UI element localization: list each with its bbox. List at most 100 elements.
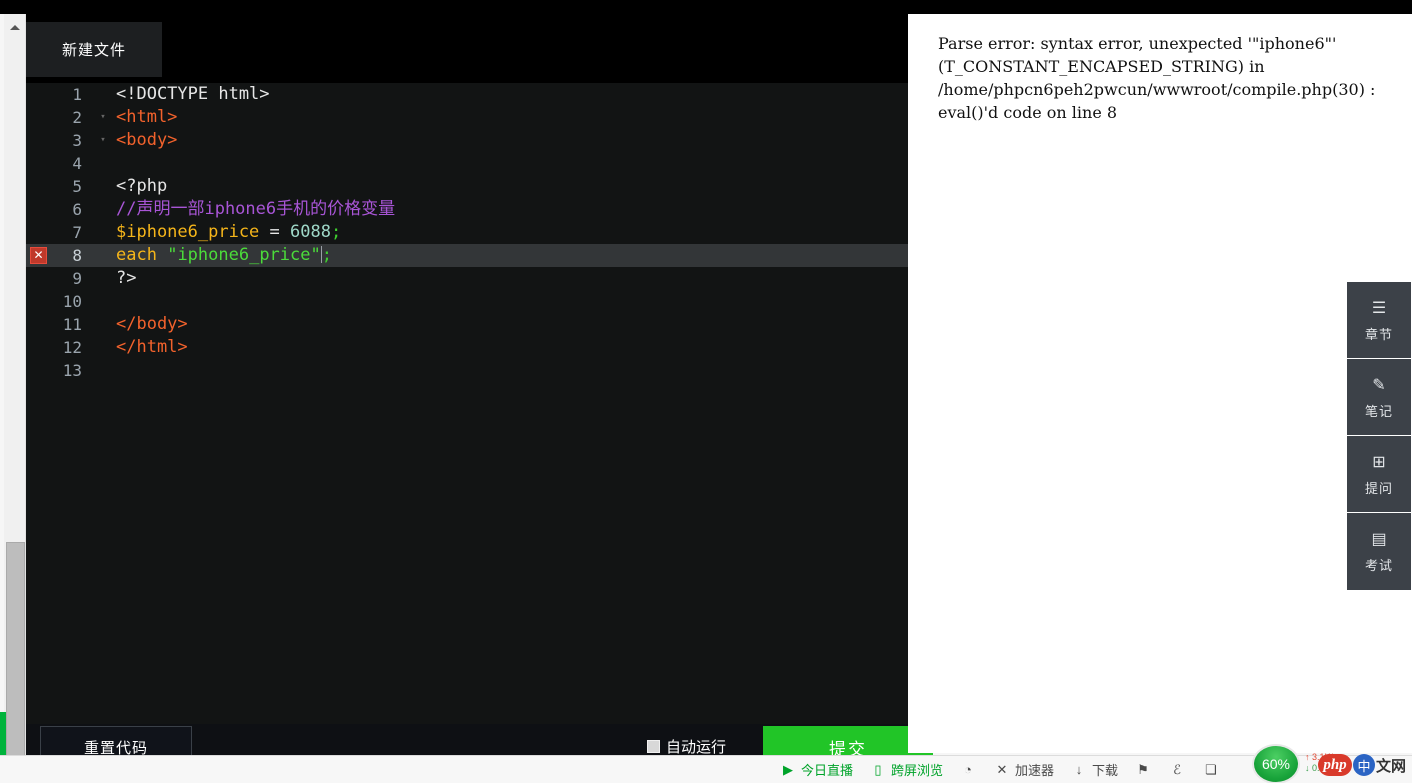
page-scrollbar[interactable] xyxy=(4,14,26,769)
browser-status-bar: ▶ 今日直播 ▯ 跨屏浏览 ◔ ✕ 加速器 ↓ 下载 ⚑ ℰ ❏ xyxy=(0,755,1412,783)
scroll-up-arrow-icon[interactable] xyxy=(4,20,26,34)
rail-button-label: 提问 xyxy=(1364,480,1393,496)
line-number: 9 xyxy=(72,269,82,288)
statusbar-item-flag[interactable]: ⚑ xyxy=(1134,761,1152,779)
code-line[interactable]: 10 xyxy=(26,290,908,313)
rail-button-question[interactable]: ⊞ 提问 xyxy=(1347,436,1411,513)
error-marker-icon[interactable]: ✕ xyxy=(30,247,47,264)
rail-button-label: 考试 xyxy=(1364,558,1393,573)
speedometer-icon: ◔ xyxy=(964,762,972,777)
code-line[interactable]: 5 <?php xyxy=(26,175,908,198)
line-number: 11 xyxy=(62,315,82,334)
edge-browser-icon: ℰ xyxy=(1173,761,1181,777)
statusbar-item-label: 今日直播 xyxy=(800,763,853,778)
token-tag: </html> xyxy=(116,337,188,357)
token-plain: ?> xyxy=(116,268,137,288)
code-text: <body> xyxy=(90,129,908,152)
token-punc: ; xyxy=(321,245,332,265)
play-circle-icon: ▶ xyxy=(782,761,793,777)
rail-button-label: 章节 xyxy=(1364,326,1393,342)
watermark-php-logo: php xyxy=(1318,754,1352,776)
statusbar-item-rocket[interactable]: ✕ 加速器 xyxy=(993,760,1054,779)
token-var: $iphone6_price xyxy=(116,222,260,242)
autorun-toggle[interactable]: 自动运行 xyxy=(646,736,726,757)
code-text: <?php xyxy=(90,175,908,198)
code-text: each "iphone6_price"; xyxy=(90,244,908,267)
book-icon: ▤ xyxy=(1371,531,1387,548)
token-num: 6088 xyxy=(290,222,331,242)
code-line[interactable]: ✕ 8 each "iphone6_price"; xyxy=(26,244,908,267)
statusbar-item-label: 跨屏浏览 xyxy=(890,763,943,778)
token-str: "iphone6_price" xyxy=(167,245,321,265)
flag-icon: ⚑ xyxy=(1137,761,1149,777)
code-line[interactable]: 3 ▾ <body> xyxy=(26,129,908,152)
code-line[interactable]: 6 //声明一部iphone6手机的价格变量 xyxy=(26,198,908,221)
tab-new-file[interactable]: 新建文件 xyxy=(26,22,162,77)
line-number: 12 xyxy=(62,338,82,357)
statusbar-item-label: 加速器 xyxy=(1014,763,1054,778)
code-editor[interactable]: 1 <!DOCTYPE html> 2 ▾ <html> 3 ▾ <body> 4 5 <?php 6… xyxy=(26,83,908,724)
code-text: <html> xyxy=(90,106,908,129)
code-text: ?> xyxy=(90,267,908,290)
token-tag: <html> xyxy=(116,107,178,127)
statusbar-item-download[interactable]: ↓ 下载 xyxy=(1070,760,1118,779)
rail-button-book[interactable]: ▤ 考试 xyxy=(1347,513,1411,590)
output-panel: Parse error: syntax error, unexpected '"… xyxy=(908,14,1412,753)
code-fold-arrow-icon[interactable]: ▾ xyxy=(98,129,108,152)
rail-button-menu[interactable]: ☰ 章节 xyxy=(1347,282,1411,359)
line-number: 10 xyxy=(62,292,82,311)
zoom-level-text: 60% xyxy=(1261,756,1291,772)
code-text: </body> xyxy=(90,313,908,336)
code-text: <!DOCTYPE html> xyxy=(90,83,908,106)
token-plain: <?php xyxy=(116,176,168,196)
code-text: //声明一部iphone6手机的价格变量 xyxy=(90,198,908,221)
statusbar-item-phone[interactable]: ▯ 跨屏浏览 xyxy=(869,760,943,779)
autorun-label: 自动运行 xyxy=(665,739,726,756)
rail-button-pencil[interactable]: ✎ 笔记 xyxy=(1347,359,1411,436)
token-tag: <body> xyxy=(116,130,178,150)
watermark-cn-logo: 中 xyxy=(1353,754,1375,776)
line-number: 3 xyxy=(72,131,82,150)
code-fold-arrow-icon[interactable]: ▾ xyxy=(98,106,108,129)
question-icon: ⊞ xyxy=(1372,453,1386,471)
code-text: $iphone6_price = 6088; xyxy=(90,221,908,244)
menu-icon: ☰ xyxy=(1371,299,1387,317)
scrollbar-thumb[interactable] xyxy=(6,542,25,760)
code-line[interactable]: 1 <!DOCTYPE html> xyxy=(26,83,908,106)
code-line[interactable]: 13 xyxy=(26,359,908,382)
top-black-strip xyxy=(0,0,1412,14)
code-line[interactable]: 11 </body> xyxy=(26,313,908,336)
line-number: 5 xyxy=(72,177,82,196)
code-line[interactable]: 7 $iphone6_price = 6088; xyxy=(26,221,908,244)
line-number: 2 xyxy=(72,108,82,127)
app-root: 新建文件 1 <!DOCTYPE html> 2 ▾ <html> 3 ▾ <body> 4 5 <… xyxy=(0,0,1412,783)
code-text: </html> xyxy=(90,336,908,359)
line-number: 4 xyxy=(72,154,82,173)
statusbar-item-speedometer[interactable]: ◔ xyxy=(959,761,977,779)
statusbar-item-window[interactable]: ❏ xyxy=(1202,761,1220,779)
line-number: 13 xyxy=(62,361,82,380)
code-lines-container[interactable]: 1 <!DOCTYPE html> 2 ▾ <html> 3 ▾ <body> 4 5 <?php 6… xyxy=(26,83,908,724)
token-plain: <!DOCTYPE html> xyxy=(116,84,270,104)
rocket-icon: ✕ xyxy=(996,761,1008,777)
code-line[interactable]: 4 xyxy=(26,152,908,175)
token-op: = xyxy=(259,222,291,242)
zoom-level-badge[interactable]: 60% xyxy=(1252,744,1300,783)
rail-button-label: 笔记 xyxy=(1364,403,1393,419)
line-number: 6 xyxy=(72,200,82,219)
token-tag: </body> xyxy=(116,314,188,334)
autorun-checkbox[interactable] xyxy=(646,740,660,753)
code-line[interactable]: 9 ?> xyxy=(26,267,908,290)
php-error-message: Parse error: syntax error, unexpected '"… xyxy=(938,34,1381,122)
pencil-icon: ✎ xyxy=(1372,376,1386,394)
token-cmt: //声明一部iphone6手机的价格变量 xyxy=(116,199,396,219)
window-icon: ❏ xyxy=(1205,761,1217,777)
statusbar-item-label: 下载 xyxy=(1091,763,1118,778)
statusbar-item-play-circle[interactable]: ▶ 今日直播 xyxy=(779,760,853,779)
line-number: 1 xyxy=(72,85,82,104)
phone-icon: ▯ xyxy=(874,761,882,777)
code-line[interactable]: 2 ▾ <html> xyxy=(26,106,908,129)
code-line[interactable]: 12 </html> xyxy=(26,336,908,359)
watermark-text: 文网 xyxy=(1376,757,1407,775)
statusbar-item-edge-browser[interactable]: ℰ xyxy=(1168,761,1186,779)
